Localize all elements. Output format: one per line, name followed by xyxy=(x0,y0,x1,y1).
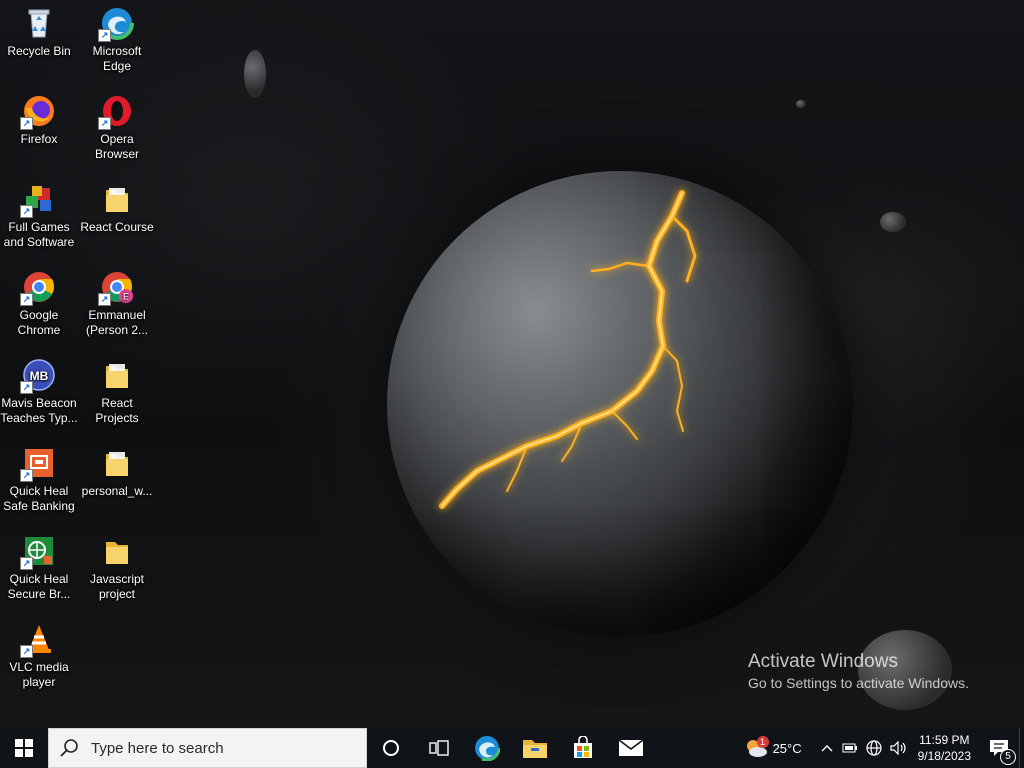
desktop-icon-react-projects[interactable]: React Projects xyxy=(78,352,156,438)
folder-icon xyxy=(100,182,134,216)
desktop-icon-label: Quick Heal Safe Banking xyxy=(3,484,75,513)
wallpaper-planet xyxy=(387,171,853,637)
shortcut-arrow-icon: ↗ xyxy=(98,29,111,42)
show-desktop-button[interactable] xyxy=(1019,728,1024,768)
opera-icon: ↗ xyxy=(98,94,134,130)
desktop-icon-opera[interactable]: ↗ Opera Browser xyxy=(78,88,156,174)
desktop-icon-label: Emmanuel (Person 2... xyxy=(85,308,149,337)
wallpaper-asteroid xyxy=(796,100,806,108)
clock-time: 11:59 PM xyxy=(919,733,970,747)
taskbar-mail-button[interactable] xyxy=(607,728,655,768)
quick-heal-browser-icon: ↗ xyxy=(20,534,56,570)
cortana-circle-icon xyxy=(383,740,399,756)
windows-logo-icon xyxy=(15,739,33,757)
shortcut-arrow-icon: ↗ xyxy=(20,293,33,306)
system-tray: 1 25°C 11:59 PM 9/18/2023 5 xyxy=(739,728,1024,768)
notification-count-badge: 5 xyxy=(1000,749,1016,765)
battery-icon xyxy=(842,743,857,753)
shortcut-arrow-icon: ↗ xyxy=(20,469,33,482)
clock-date: 9/18/2023 xyxy=(917,749,971,763)
desktop-icon-label: VLC media player xyxy=(9,660,69,689)
action-center-button[interactable]: 5 xyxy=(979,728,1019,768)
desktop-icon-recycle-bin[interactable]: Recycle Bin xyxy=(0,0,78,86)
desktop-icon-label: Google Chrome xyxy=(17,308,61,337)
shortcut-arrow-icon: ↗ xyxy=(20,557,33,570)
weather-widget-icon-button[interactable]: 1 xyxy=(739,728,773,768)
desktop-icon-label: Recycle Bin xyxy=(7,44,71,58)
taskbar-search-box[interactable] xyxy=(48,728,367,768)
desktop-icon-microsoft-edge[interactable]: ↗ Microsoft Edge xyxy=(78,0,156,86)
mavis-beacon-icon: MB ↗ xyxy=(20,358,56,394)
taskbar-store-button[interactable] xyxy=(559,728,607,768)
desktop-icon-firefox[interactable]: ↗ Firefox xyxy=(0,88,78,174)
shortcut-arrow-icon: ↗ xyxy=(20,205,33,218)
task-view-icon xyxy=(429,740,449,756)
profile-badge: E xyxy=(123,292,129,302)
activate-windows-title: Activate Windows xyxy=(748,651,898,672)
start-button[interactable] xyxy=(0,728,48,768)
taskbar-clock[interactable]: 11:59 PM 9/18/2023 xyxy=(910,728,979,768)
shortcut-arrow-icon: ↗ xyxy=(98,293,111,306)
volume-button[interactable] xyxy=(886,728,910,768)
recycle-bin-icon xyxy=(22,6,56,40)
desktop-icon-quick-heal-browser[interactable]: ↗ Quick Heal Secure Br... xyxy=(0,528,78,614)
desktop-icon-label: Full Games and Software xyxy=(3,220,75,249)
desktop-icon-javascript-project[interactable]: Javascript project xyxy=(78,528,156,614)
taskbar-file-explorer-button[interactable] xyxy=(511,728,559,768)
desktop-icon-label: React Projects xyxy=(95,396,139,425)
wallpaper-asteroid xyxy=(880,212,906,232)
games-icon: ↗ xyxy=(20,182,56,218)
vlc-icon: ↗ xyxy=(20,622,56,658)
activate-windows-subtitle: Go to Settings to activate Windows. xyxy=(748,675,969,691)
edge-icon: ↗ xyxy=(98,6,134,42)
desktop-icon-mavis-beacon[interactable]: MB ↗ Mavis Beacon Teaches Typ... xyxy=(0,352,78,438)
desktop-icon-quick-heal-banking[interactable]: ↗ Quick Heal Safe Banking xyxy=(0,440,78,526)
desktop-icon-full-games[interactable]: ↗ Full Games and Software xyxy=(0,176,78,262)
desktop-icon-label: Firefox xyxy=(20,132,58,146)
firefox-icon: ↗ xyxy=(20,94,56,130)
speaker-icon xyxy=(890,741,906,755)
battery-button[interactable] xyxy=(838,728,862,768)
chrome-icon: ↗ xyxy=(20,270,56,306)
desktop-icon-label: Opera Browser xyxy=(94,132,139,161)
cortana-button[interactable] xyxy=(367,728,415,768)
taskbar: 1 25°C 11:59 PM 9/18/2023 5 xyxy=(0,728,1024,768)
desktop-icon-label: Mavis Beacon Teaches Typ... xyxy=(0,396,78,425)
desktop-icon-personal-w[interactable]: personal_w... xyxy=(78,440,156,526)
taskbar-edge-button[interactable] xyxy=(463,728,511,768)
desktop-icon-react-course[interactable]: React Course xyxy=(78,176,156,262)
shortcut-arrow-icon: ↗ xyxy=(20,645,33,658)
weather-temperature[interactable]: 25°C xyxy=(773,728,816,768)
desktop-icon-label: React Course xyxy=(80,220,154,234)
folder-icon xyxy=(100,446,134,480)
desktop-icon-google-chrome[interactable]: ↗ Google Chrome xyxy=(0,264,78,350)
chevron-up-icon xyxy=(821,745,833,752)
microsoft-store-icon xyxy=(574,736,592,758)
show-hidden-icons-button[interactable] xyxy=(816,728,838,768)
shortcut-arrow-icon: ↗ xyxy=(20,117,33,130)
desktop-icon-label: personal_w... xyxy=(81,484,153,498)
shortcut-arrow-icon: ↗ xyxy=(98,117,111,130)
task-view-button[interactable] xyxy=(415,728,463,768)
search-input[interactable] xyxy=(89,738,353,758)
activate-windows-watermark: Activate Windows Go to Settings to activ… xyxy=(748,651,969,693)
desktop-icon-label: Javascript project xyxy=(89,572,145,601)
network-button[interactable] xyxy=(862,728,886,768)
globe-network-icon xyxy=(866,740,882,756)
folder-icon xyxy=(100,534,134,568)
desktop-icon-vlc[interactable]: ↗ VLC media player xyxy=(0,616,78,702)
desktop-icon-chrome-emmanuel[interactable]: E ↗ Emmanuel (Person 2... xyxy=(78,264,156,350)
wallpaper-asteroid xyxy=(244,50,266,98)
quick-heal-banking-icon: ↗ xyxy=(20,446,56,482)
file-explorer-icon xyxy=(523,740,547,758)
shortcut-arrow-icon: ↗ xyxy=(20,381,33,394)
chrome-profile-icon: E ↗ xyxy=(98,270,134,306)
weather-alert-badge: 1 xyxy=(756,736,769,748)
mail-icon xyxy=(618,739,644,756)
edge-icon xyxy=(474,735,500,761)
desktop-icon-label: Microsoft Edge xyxy=(92,44,142,73)
desktop-icon-label: Quick Heal Secure Br... xyxy=(7,572,71,601)
search-icon xyxy=(49,739,89,757)
folder-icon xyxy=(100,358,134,392)
